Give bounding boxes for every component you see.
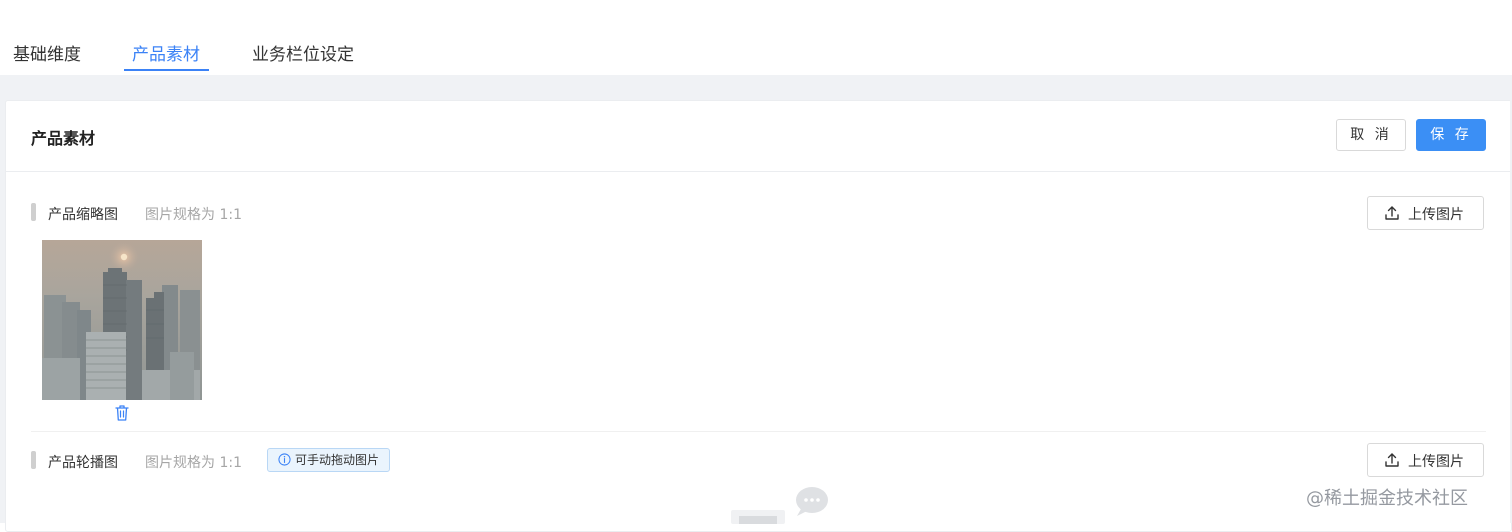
- tab-product-materials[interactable]: 产品素材: [132, 40, 200, 65]
- product-materials-card: 产品素材 取 消 保 存 产品缩略图 图片规格为 1:1 上传图片 产品轮播图 …: [5, 100, 1512, 532]
- upload-label: 上传图片: [1408, 454, 1464, 470]
- city-skyline-photo: [42, 240, 202, 400]
- upload-icon: [1385, 453, 1399, 467]
- carousel-section-title: 产品轮播图: [48, 455, 118, 471]
- product-thumbnail-image[interactable]: [42, 240, 202, 400]
- section-marker: [31, 203, 36, 221]
- card-header: 产品素材 取 消 保 存: [6, 101, 1511, 172]
- save-button[interactable]: 保 存: [1416, 119, 1486, 151]
- upload-thumbnail-button[interactable]: 上传图片: [1367, 196, 1484, 230]
- drag-hint-tag: 可手动拖动图片: [267, 448, 391, 472]
- card-title: 产品素材: [31, 129, 96, 148]
- carousel-size-hint: 图片规格为 1:1: [145, 455, 242, 471]
- tab-basic-dimensions[interactable]: 基础维度: [13, 40, 81, 65]
- tab-bar: 基础维度 产品素材 业务栏位设定: [0, 0, 1512, 75]
- upload-carousel-button[interactable]: 上传图片: [1367, 443, 1484, 477]
- section-divider: [31, 431, 1486, 432]
- info-icon: [278, 453, 291, 466]
- active-tab-indicator: [124, 69, 209, 71]
- upload-icon: [1385, 206, 1399, 220]
- tab-business-field-settings[interactable]: 业务栏位设定: [252, 40, 354, 65]
- drag-hint-text: 可手动拖动图片: [295, 453, 380, 467]
- thumbnail-section-title: 产品缩略图: [48, 207, 118, 223]
- upload-label: 上传图片: [1408, 207, 1464, 223]
- cancel-button[interactable]: 取 消: [1336, 119, 1406, 151]
- thumbnail-size-hint: 图片规格为 1:1: [145, 207, 242, 223]
- trash-icon[interactable]: [114, 404, 130, 422]
- watermark: @稀土掘金技术社区: [1306, 488, 1468, 509]
- empty-state-icon: [731, 487, 828, 524]
- section-marker: [31, 451, 36, 469]
